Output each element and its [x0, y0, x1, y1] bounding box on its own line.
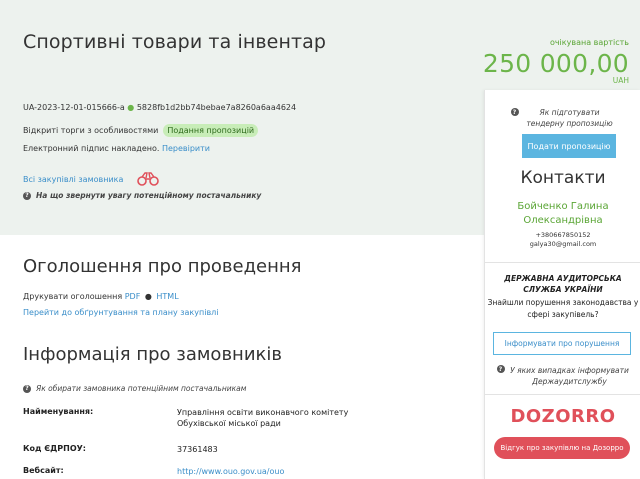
- customer-site-link[interactable]: http://www.ouo.gov.ua/ouo: [177, 466, 367, 477]
- attention-hint-text: На що звернути увагу потенційному постач…: [36, 191, 262, 200]
- contact-name: Бойченко Галина Олександрівна: [517, 201, 609, 226]
- customer-name-label: Найменування:: [23, 407, 94, 416]
- audit-service-text: Знайшли порушення законодавства у сфері …: [487, 298, 639, 319]
- binoculars-icon[interactable]: [136, 172, 160, 186]
- sidebar-divider: [485, 262, 640, 263]
- tender-hash: 5828fb1d2bb74bebae7a8260a6aa4624: [136, 103, 297, 112]
- submit-proposal-button[interactable]: Подати пропозицію: [522, 134, 616, 158]
- question-circle-icon: ?: [510, 108, 519, 116]
- dozorro-logo: DOZORRO: [510, 406, 616, 427]
- expected-value-currency: UAH: [612, 76, 629, 85]
- expected-value-amount: 250 000,00: [482, 49, 629, 78]
- separator-dot-icon: ●: [144, 292, 152, 301]
- expected-value-caption: очікувана вартість: [549, 38, 629, 47]
- customer-code-label: Код ЄДРПОУ:: [23, 444, 87, 453]
- separator-dot-icon: ●: [127, 103, 135, 112]
- attention-hint[interactable]: ? На що звернути увагу потенційному пост…: [23, 191, 261, 200]
- tender-id-line: UA-2023-12-01-015666-a ● 5828fb1d2bb74be…: [23, 103, 296, 112]
- announcement-heading: Оголошення про проведення: [23, 256, 302, 277]
- report-violation-button[interactable]: Інформувати про порушення: [493, 332, 631, 355]
- signature-line: Електронний підпис накладено. Перевірити: [23, 144, 210, 153]
- sidebar-panel: ? Як підготувати тендерну пропозицію Под…: [484, 90, 640, 479]
- contact-phone: +380667850152: [535, 231, 591, 239]
- dozorro-feedback-button[interactable]: Відгук про закупівлю на Дозорро: [494, 437, 630, 459]
- procedure-line: Відкриті торги з особливостями Подання п…: [23, 124, 259, 137]
- all-purchases-row: Всі закупівлі замовника: [23, 172, 160, 186]
- audit-service-title: ДЕРЖАВНА АУДИТОРСЬКА СЛУЖБА УКРАЇНИ: [504, 274, 622, 294]
- sidebar-divider: [485, 394, 640, 395]
- audit-inform-hint[interactable]: ? У яких випадках інформувати Держаудитс…: [485, 365, 640, 387]
- plan-link[interactable]: Перейти до обґрунтування та плану закупі…: [23, 308, 219, 317]
- choose-customer-hint-text: Як обирати замовника потенційним постача…: [36, 384, 247, 393]
- status-badge: Подання пропозицій: [163, 124, 259, 137]
- question-circle-icon: ?: [23, 384, 31, 393]
- print-pdf-link[interactable]: PDF: [125, 292, 141, 301]
- print-html-link[interactable]: HTML: [156, 292, 178, 301]
- contacts-title: Контакти: [520, 168, 606, 188]
- verify-signature-link[interactable]: Перевірити: [162, 144, 210, 153]
- tender-id: UA-2023-12-01-015666-a: [23, 103, 125, 112]
- print-announcement-row: Друкувати оголошення PDF ● HTML: [23, 292, 179, 301]
- customers-heading: Інформація про замовників: [23, 344, 282, 365]
- signature-text: Електронний підпис накладено.: [23, 144, 160, 153]
- choose-customer-hint[interactable]: ? Як обирати замовника потенційним поста…: [23, 384, 246, 393]
- prepare-proposal-hint[interactable]: ? Як підготувати тендерну пропозицію: [485, 107, 640, 129]
- all-purchases-link[interactable]: Всі закупівлі замовника: [23, 175, 123, 184]
- procedure-type: Відкриті торги з особливостями: [23, 126, 159, 135]
- question-circle-icon: ?: [23, 191, 31, 200]
- customer-name-value: Управління освіти виконавчого комітету О…: [177, 408, 349, 428]
- customer-code-value: 37361483: [177, 445, 218, 454]
- print-label: Друкувати оголошення: [23, 292, 123, 301]
- contact-email: galya30@gmail.com: [529, 240, 597, 248]
- prepare-proposal-hint-text: Як підготувати тендерну пропозицію: [526, 108, 613, 128]
- customer-site-label: Вебсайт:: [23, 466, 64, 475]
- question-circle-icon: ?: [496, 365, 505, 373]
- page-title: Спортивні товари та інвентар: [23, 31, 327, 53]
- audit-inform-hint-text: У яких випадках інформувати Держаудитслу…: [510, 366, 629, 386]
